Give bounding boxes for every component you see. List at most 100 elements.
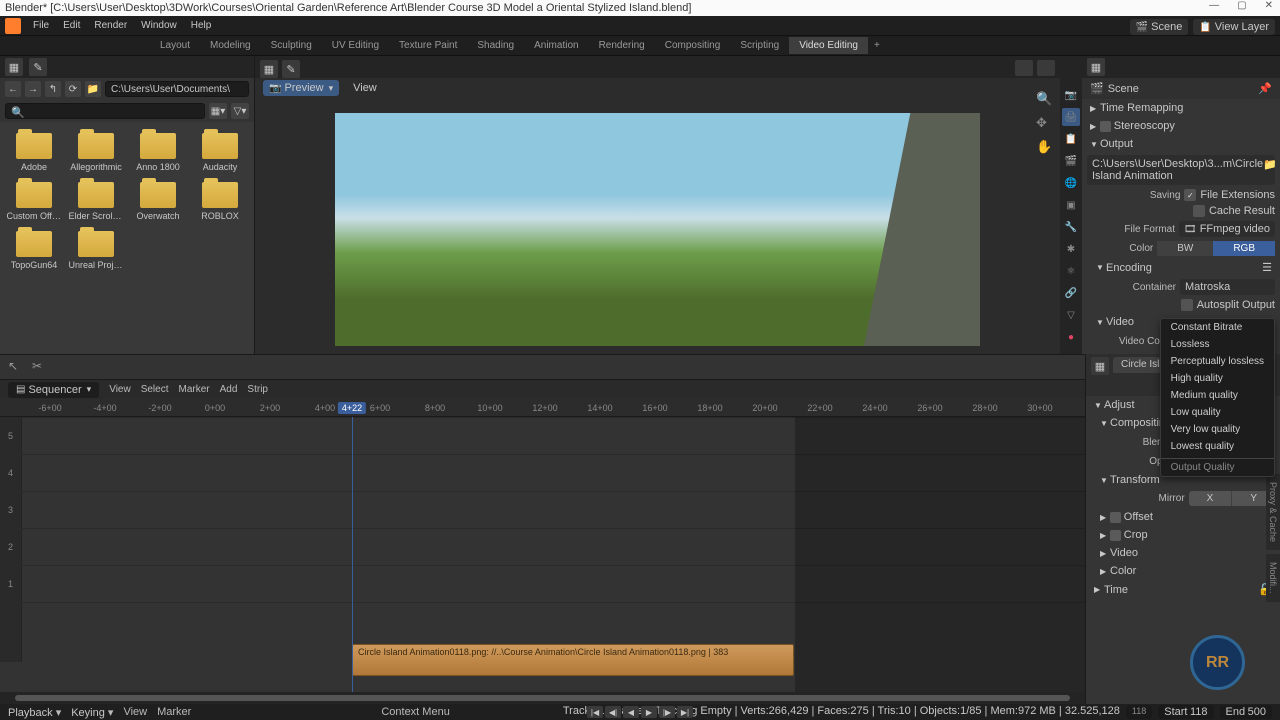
image-strip-clip[interactable]: Circle Island Animation0118.png: //..\Co… (352, 644, 794, 676)
path-input[interactable] (105, 81, 249, 97)
object-tab-icon[interactable]: ▣ (1062, 196, 1080, 214)
search-input[interactable]: 🔍 (5, 103, 205, 119)
data-tab-icon[interactable]: ▽ (1062, 306, 1080, 324)
nav-back-button[interactable]: ← (5, 81, 21, 97)
view-layer-tab-icon[interactable]: 📋 (1062, 130, 1080, 148)
editor-type-icon[interactable]: ▦ (5, 58, 23, 76)
tab-uv-editing[interactable]: UV Editing (322, 37, 389, 54)
end-frame-input[interactable]: End 500 (1220, 705, 1272, 719)
offset-checkbox[interactable] (1110, 512, 1121, 523)
file-ext-checkbox[interactable] (1184, 189, 1196, 201)
timeline-ruler[interactable]: -6+00 -4+00 -2+00 0+00 2+00 4+00 4+22 6+… (0, 399, 1085, 417)
output-panel[interactable]: ▼Output (1082, 135, 1280, 153)
view-menu[interactable]: View (347, 80, 383, 96)
constraint-tab-icon[interactable]: 🔗 (1062, 284, 1080, 302)
tab-animation[interactable]: Animation (524, 37, 588, 54)
start-frame-input[interactable]: Start 118 (1158, 705, 1213, 719)
dd-perceptually-lossless[interactable]: Perceptually lossless (1161, 353, 1274, 370)
nav-forward-button[interactable]: → (25, 81, 41, 97)
overlay-toggle-icon[interactable] (1015, 60, 1033, 76)
folder-item[interactable]: ROBLOX (191, 179, 249, 224)
tab-compositing[interactable]: Compositing (655, 37, 731, 54)
dd-high-quality[interactable]: High quality (1161, 370, 1274, 387)
output-tab-icon[interactable]: 🖨 (1062, 108, 1080, 126)
editor-type-icon[interactable]: ▦ (1087, 58, 1105, 76)
blade-tool-icon[interactable]: ✂ (32, 359, 48, 375)
brush-icon[interactable]: ✎ (282, 60, 300, 78)
brush-icon[interactable]: ✎ (29, 58, 47, 76)
play-reverse-button[interactable]: ◀ (623, 706, 639, 718)
nav-up-button[interactable]: ↰ (45, 81, 61, 97)
timeline-scrollbar[interactable] (0, 692, 1085, 704)
tab-rendering[interactable]: Rendering (589, 37, 655, 54)
preset-menu-icon[interactable]: ☰ (1262, 261, 1272, 274)
crop-panel[interactable]: ▶ Crop (1086, 526, 1280, 544)
encoding-panel[interactable]: ▼Encoding☰ (1082, 258, 1280, 277)
crop-checkbox[interactable] (1110, 530, 1121, 541)
tab-shading[interactable]: Shading (467, 37, 524, 54)
tab-sculpting[interactable]: Sculpting (261, 37, 322, 54)
scrollbar-thumb[interactable] (15, 695, 1070, 701)
cache-result-checkbox[interactable] (1193, 205, 1205, 217)
preview-viewport[interactable] (335, 113, 980, 346)
folder-item[interactable]: Custom Offic... (5, 179, 63, 224)
modifier-tab-icon[interactable]: 🔧 (1062, 218, 1080, 236)
mirror-x-button[interactable]: X (1189, 491, 1232, 506)
stereoscopy-checkbox[interactable] (1100, 121, 1111, 132)
filter-button[interactable]: ▽▾ (231, 103, 249, 119)
menu-window[interactable]: Window (135, 18, 183, 33)
time-remapping-panel[interactable]: ▶Time Remapping (1082, 99, 1280, 117)
folder-item[interactable]: Anno 1800 (129, 130, 187, 175)
view-grid-button[interactable]: ▦▾ (209, 103, 227, 119)
dd-low-quality[interactable]: Low quality (1161, 404, 1274, 421)
world-tab-icon[interactable]: 🌐 (1062, 174, 1080, 192)
close-button[interactable]: ✕ (1260, 0, 1278, 11)
seq-add-menu[interactable]: Add (220, 384, 238, 395)
menu-help[interactable]: Help (185, 18, 218, 33)
tab-video-editing[interactable]: Video Editing (789, 37, 868, 54)
physics-tab-icon[interactable]: ⚛ (1062, 262, 1080, 280)
render-tab-icon[interactable]: 📷 (1062, 86, 1080, 104)
tab-scripting[interactable]: Scripting (730, 37, 789, 54)
tab-texture-paint[interactable]: Texture Paint (389, 37, 467, 54)
container-select[interactable]: Matroska (1180, 279, 1275, 295)
dd-medium-quality[interactable]: Medium quality (1161, 387, 1274, 404)
play-button[interactable]: ▶ (641, 706, 657, 718)
minimize-button[interactable]: — (1204, 0, 1224, 11)
cursor-tool-icon[interactable]: ↖ (8, 359, 24, 375)
move-icon[interactable]: ✥ (1036, 115, 1052, 131)
material-tab-icon[interactable]: ● (1062, 328, 1080, 346)
editor-type-icon[interactable]: ▦ (1091, 357, 1109, 375)
tab-modeling[interactable]: Modeling (200, 37, 261, 54)
time-panel[interactable]: ▶Time🔓 (1086, 580, 1280, 599)
seq-select-menu[interactable]: Select (141, 384, 169, 395)
current-frame-input[interactable]: 118 (1126, 705, 1152, 719)
folder-item[interactable]: Allegorithmic (67, 130, 125, 175)
seq-strip-menu[interactable]: Strip (247, 384, 268, 395)
playhead-label[interactable]: 4+22 (338, 402, 366, 414)
folder-item[interactable]: Unreal Project (67, 228, 125, 273)
menu-file[interactable]: File (27, 18, 55, 33)
next-keyframe-button[interactable]: |▶ (659, 706, 675, 718)
marker-menu[interactable]: Marker (157, 706, 191, 718)
hand-icon[interactable]: ✋ (1036, 139, 1052, 155)
tab-layout[interactable]: Layout (150, 37, 200, 54)
folder-item[interactable]: TopoGun64 (5, 228, 63, 273)
folder-item[interactable]: Audacity (191, 130, 249, 175)
playhead-line[interactable] (352, 417, 353, 692)
view-menu[interactable]: View (123, 706, 147, 718)
dd-lowest-quality[interactable]: Lowest quality (1161, 438, 1274, 455)
folder-item[interactable]: Adobe (5, 130, 63, 175)
preview-mode-button[interactable]: 📷 Preview ▾ (263, 80, 339, 96)
modifiers-tab[interactable]: Modifi... (1266, 554, 1280, 602)
offset-panel[interactable]: ▶ Offset (1086, 508, 1280, 526)
folder-browse-icon[interactable]: 📁 (1263, 158, 1277, 182)
folder-item[interactable]: Overwatch (129, 179, 187, 224)
editor-type-icon[interactable]: ▦ (260, 60, 278, 78)
seq-marker-menu[interactable]: Marker (179, 384, 210, 395)
nav-refresh-button[interactable]: ⟳ (65, 81, 81, 97)
jump-end-button[interactable]: ▶| (677, 706, 693, 718)
folder-item[interactable]: Elder Scrolls ... (67, 179, 125, 224)
jump-start-button[interactable]: |◀ (587, 706, 603, 718)
folder-icon[interactable]: 📁 (85, 81, 101, 97)
